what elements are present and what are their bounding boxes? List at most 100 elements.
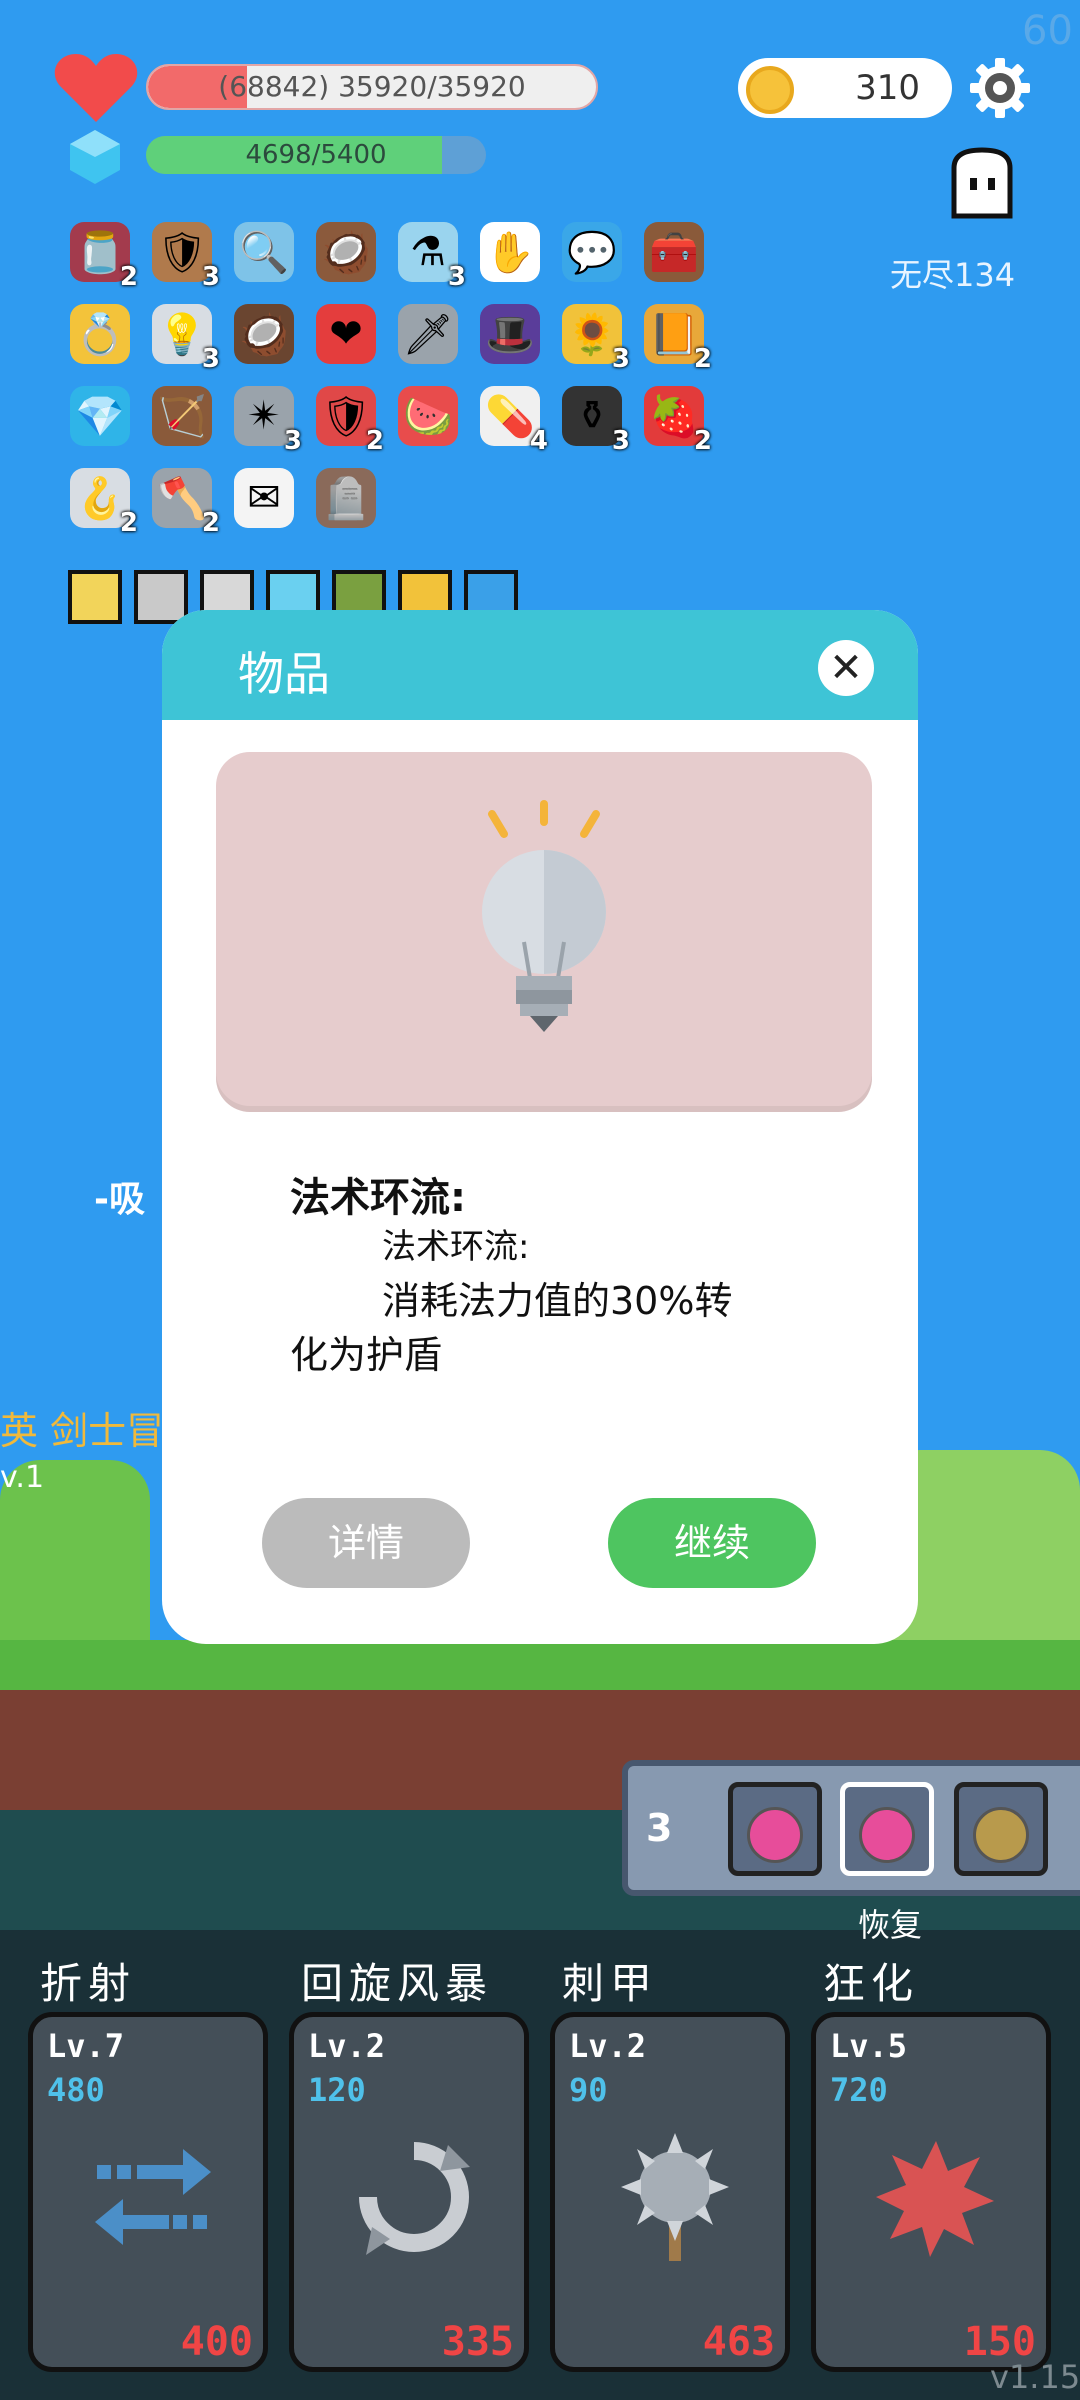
inventory-slot[interactable]: 🎩 xyxy=(474,298,546,370)
skill-cost: 120 xyxy=(308,2071,366,2109)
refraction-arrows-icon xyxy=(83,2127,223,2267)
potion-slot-selected[interactable] xyxy=(840,1782,934,1876)
continue-button[interactable]: 继续 xyxy=(608,1498,816,1588)
close-button[interactable]: ✕ xyxy=(818,640,874,696)
inventory-slot[interactable]: ⚱ 3 xyxy=(556,380,630,456)
skill-card[interactable]: Lv.7 480 400 xyxy=(28,2012,268,2372)
skill-cost: 720 xyxy=(830,2071,888,2109)
coin-amount: 310 xyxy=(855,68,920,108)
item-count: 2 xyxy=(693,426,712,456)
hero-level-label: v.1 xyxy=(0,1460,45,1495)
item-description: 法术环流: 消耗法力值的30%转 化为护盾 xyxy=(290,1220,810,1382)
item-name: 法术环流: xyxy=(290,1175,466,1221)
inventory-slot[interactable]: 🥥 xyxy=(310,216,382,288)
inventory-slot[interactable]: 📙 2 xyxy=(638,298,712,374)
pixel-lightbulb-icon[interactable] xyxy=(68,570,122,624)
inventory-slot[interactable]: 💎 xyxy=(64,380,136,452)
skill-card[interactable]: Lv.2 120 335 xyxy=(289,2012,529,2372)
dialog-title: 物品 xyxy=(238,647,330,701)
inventory-slot[interactable]: 🍉 xyxy=(392,380,464,452)
skill-level: Lv.2 xyxy=(308,2027,386,2065)
sword-icon: 🗡 xyxy=(398,304,458,364)
item-dialog: 物品 ✕ 法术环流: 法术环流: 消耗法力值的30%转 化为护盾 详情 继续 xyxy=(162,610,918,1644)
inventory-slot[interactable]: 🥥 xyxy=(228,298,300,370)
skill-level: Lv.7 xyxy=(47,2027,125,2065)
inventory-slot[interactable]: ✴ 3 xyxy=(228,380,302,456)
potion-count: 3 xyxy=(646,1806,673,1850)
bow-icon: 🏹 xyxy=(152,386,212,446)
item-count: 2 xyxy=(119,262,138,292)
item-count: 3 xyxy=(611,344,630,374)
gravestone-icon: 🪦 xyxy=(316,468,376,528)
potion-slot[interactable] xyxy=(954,1782,1048,1876)
inventory-slot[interactable]: 🏹 xyxy=(146,380,218,452)
inventory-slot[interactable]: 💡 3 xyxy=(146,298,220,374)
inventory-slot[interactable]: ✉ xyxy=(228,462,300,534)
inventory-slot[interactable]: 🍓 2 xyxy=(638,380,712,456)
berserk-splat-icon xyxy=(866,2127,1006,2267)
whirlwind-icon xyxy=(344,2127,484,2267)
purple-hat-icon: 🎩 xyxy=(480,304,540,364)
item-count: 2 xyxy=(119,508,138,538)
mana-crystal-icon xyxy=(70,130,120,184)
skill-cost: 480 xyxy=(47,2071,105,2109)
magnifier-icon: 🔍 xyxy=(234,222,294,282)
item-count: 2 xyxy=(693,344,712,374)
potion-label: 恢复 xyxy=(858,1906,923,1944)
inventory-slot[interactable]: 🪦 xyxy=(310,462,382,534)
inventory-slot[interactable]: 🫙 2 xyxy=(64,216,138,292)
item-count: 3 xyxy=(611,426,630,456)
inventory-slot[interactable]: 🪓 2 xyxy=(146,462,220,538)
inventory-slot[interactable]: 🗡 xyxy=(392,298,464,370)
skill-level: Lv.5 xyxy=(830,2027,908,2065)
coconut-drink-icon: 🥥 xyxy=(316,222,376,282)
item-count: 4 xyxy=(529,426,548,456)
blue-gem-icon: 💎 xyxy=(70,386,130,446)
ring-icon: 💍 xyxy=(70,304,130,364)
hero-name-label: 英 剑士冒 xyxy=(0,1409,165,1453)
heart-icon xyxy=(54,54,138,122)
inventory-slot[interactable]: 💊 4 xyxy=(474,380,548,456)
gear-icon[interactable] xyxy=(968,56,1032,120)
inventory-slot[interactable]: 🌻 3 xyxy=(556,298,630,374)
skill-title: 折射 xyxy=(40,1959,137,2008)
item-desc-body: 消耗法力值的30%转 xyxy=(382,1279,733,1323)
ghost-icon[interactable] xyxy=(944,146,1020,222)
item-count: 2 xyxy=(365,426,384,456)
item-desc-head: 法术环流: xyxy=(382,1227,530,1267)
detail-button[interactable]: 详情 xyxy=(262,1498,470,1588)
close-icon: ✕ xyxy=(829,645,863,691)
inventory-slot[interactable]: 🪝 2 xyxy=(64,462,138,538)
inventory-slot[interactable]: 🛡 3 xyxy=(146,216,220,292)
item-count: 3 xyxy=(201,344,220,374)
item-preview xyxy=(216,752,872,1112)
skill-card[interactable]: Lv.5 720 150 xyxy=(811,2012,1051,2372)
hp-text: (68842) 35920/35920 xyxy=(218,70,526,103)
coin-icon xyxy=(746,66,794,114)
inventory-slot[interactable]: 💍 xyxy=(64,298,136,370)
skill-damage: 400 xyxy=(180,2319,253,2365)
skill-title: 刺甲 xyxy=(562,1959,659,2008)
item-count: 3 xyxy=(283,426,302,456)
skill-card[interactable]: Lv.2 90 463 xyxy=(550,2012,790,2372)
hearts-icon: ❤ xyxy=(316,304,376,364)
glove-icon: ✋ xyxy=(480,222,540,282)
inventory-slot[interactable]: ✋ xyxy=(474,216,546,288)
light-bulb-icon xyxy=(482,800,606,1032)
speech-bubble-icon: 💬 xyxy=(562,222,622,282)
item-desc-tail: 化为护盾 xyxy=(290,1333,443,1377)
inventory-slot[interactable]: 🧰 xyxy=(638,216,710,288)
inventory-slot[interactable]: 🔍 xyxy=(228,216,300,288)
skill-damage: 335 xyxy=(441,2319,514,2365)
inventory-slot[interactable]: 💬 xyxy=(556,216,628,288)
skill-cost: 90 xyxy=(569,2071,608,2109)
skill-damage: 463 xyxy=(702,2319,775,2365)
inventory-slot[interactable]: ❤ xyxy=(310,298,382,370)
inventory-slot[interactable]: ⚗ 3 xyxy=(392,216,466,292)
item-count: 3 xyxy=(447,262,466,292)
item-count: 2 xyxy=(201,508,220,538)
coconut-icon: 🥥 xyxy=(234,304,294,364)
watermelon-icon: 🍉 xyxy=(398,386,458,446)
potion-slot[interactable] xyxy=(728,1782,822,1876)
inventory-slot[interactable]: 🛡 2 xyxy=(310,380,384,456)
